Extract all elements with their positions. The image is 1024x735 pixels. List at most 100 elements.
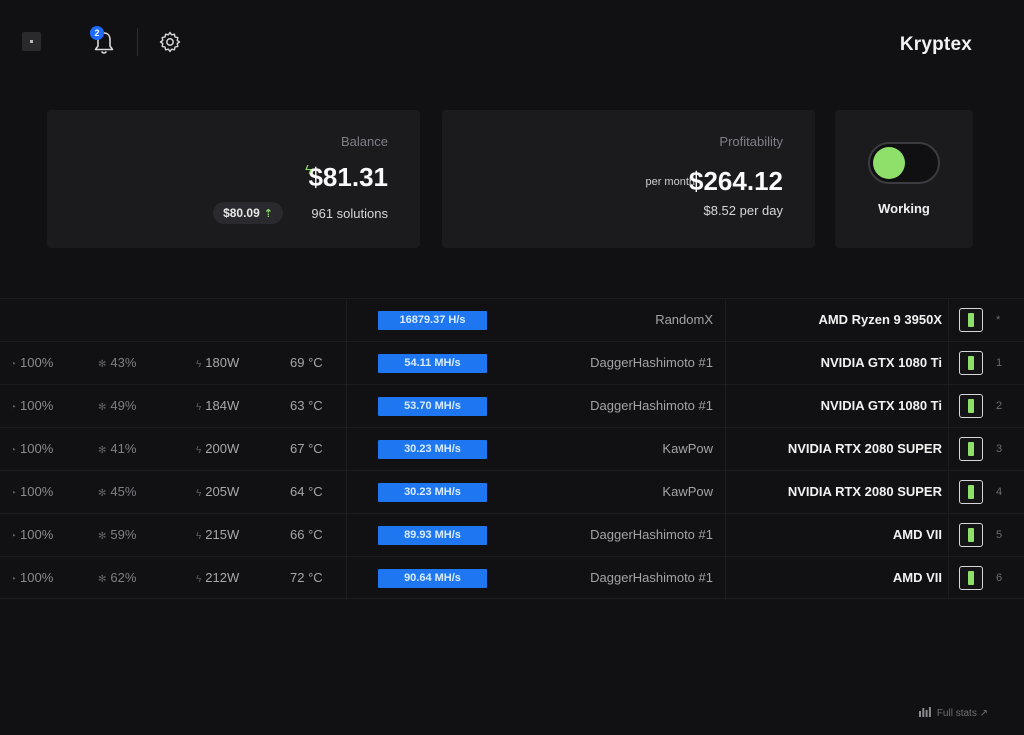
- device-algorithm: KawPow: [662, 441, 713, 456]
- device-power: 184W: [205, 398, 240, 413]
- fan-icon: ✻: [98, 488, 107, 499]
- device-enable-checkbox[interactable]: [959, 566, 983, 590]
- fan-icon: ✻: [98, 445, 107, 456]
- table-row[interactable]: 3 NVIDIA RTX 2080 SUPER KawPow 30.23 MH/s 67…: [0, 427, 1024, 471]
- device-power: 205W: [205, 484, 240, 499]
- device-fan-cell: ✻ 62%: [98, 570, 156, 585]
- device-load: 100%: [20, 398, 54, 413]
- device-hashrate: 54.11 MH/s: [378, 354, 487, 373]
- device-fan: 59%: [110, 527, 137, 542]
- device-index: 3: [996, 443, 1003, 455]
- device-fan: 41%: [110, 441, 137, 456]
- bolt-icon: ϟ: [196, 574, 202, 585]
- device-power: 180W: [205, 355, 240, 370]
- device-power-cell: ϟ 205W: [196, 484, 258, 499]
- gauge-icon: ◔: [10, 488, 17, 499]
- table-row[interactable]: 4 NVIDIA RTX 2080 SUPER KawPow 30.23 MH/s 64…: [0, 470, 1024, 514]
- fan-icon: ✻: [98, 402, 107, 413]
- device-index: 4: [996, 486, 1003, 498]
- device-temperature: 64 °C: [290, 484, 323, 499]
- table-row[interactable]: 2 NVIDIA GTX 1080 Ti DaggerHashimoto #1 53.…: [0, 384, 1024, 428]
- fan-icon: ✻: [98, 359, 107, 370]
- table-row[interactable]: 5 AMD VII DaggerHashimoto #1 89.93 MH/s 66 °…: [0, 513, 1024, 557]
- toggle-knob: [873, 147, 905, 179]
- profit-monthly-value: $264.12: [689, 166, 783, 196]
- device-enable-checkbox[interactable]: [959, 394, 983, 418]
- balance-label: Balance: [341, 134, 388, 149]
- device-temperature: 67 °C: [290, 441, 323, 456]
- device-hashrate: 30.23 MH/s: [378, 440, 487, 459]
- table-row[interactable]: 6 AMD VII DaggerHashimoto #1 90.64 MH/s 72 °…: [0, 556, 1024, 600]
- device-load: 100%: [20, 527, 54, 542]
- device-power: 212W: [205, 570, 240, 585]
- device-load: 100%: [20, 484, 54, 499]
- full-stats-label: Full stats: [936, 708, 977, 720]
- device-load-cell: ◔ 100%: [10, 355, 70, 370]
- gauge-icon: ◔: [10, 445, 17, 456]
- notification-badge: 2: [90, 26, 104, 40]
- gauge-icon: ◔: [10, 531, 17, 542]
- device-algorithm: DaggerHashimoto #1: [590, 398, 713, 413]
- table-row[interactable]: * AMD Ryzen 9 3950X RandomX 16879.37 H/s: [0, 298, 1024, 342]
- device-fan-cell: ✻ 43%: [98, 355, 156, 370]
- device-power-cell: ϟ 184W: [196, 398, 258, 413]
- device-enable-checkbox[interactable]: [959, 308, 983, 332]
- settings-button[interactable]: [158, 30, 182, 54]
- device-power-cell: ϟ 215W: [196, 527, 258, 542]
- balance-card[interactable]: Balance $81.31 ϟ 961 solutions $80.09 ⇡: [47, 110, 420, 248]
- header-divider: [137, 28, 138, 56]
- gauge-icon: ◔: [10, 402, 17, 413]
- stats-bars-icon: [918, 707, 931, 720]
- device-fan-cell: ✻ 59%: [98, 527, 156, 542]
- device-power: 215W: [205, 527, 240, 542]
- fan-icon: ✻: [98, 574, 107, 585]
- device-temperature: 69 °C: [290, 355, 323, 370]
- table-row[interactable]: 1 NVIDIA GTX 1080 Ti DaggerHashimoto #1 54.…: [0, 341, 1024, 385]
- device-load: 100%: [20, 570, 54, 585]
- device-enable-checkbox[interactable]: [959, 351, 983, 375]
- device-enable-checkbox[interactable]: [959, 480, 983, 504]
- device-fan-cell: ✻ 49%: [98, 398, 156, 413]
- balance-change-badge: $80.09 ⇡: [213, 202, 283, 224]
- fan-icon: ✻: [98, 531, 107, 542]
- device-enable-checkbox[interactable]: [959, 523, 983, 547]
- device-name: AMD VII: [892, 570, 942, 585]
- arrow-up-icon: ⇡: [263, 208, 273, 220]
- device-load-cell: ◔ 100%: [10, 441, 70, 456]
- profitability-card[interactable]: Profitability per month $264.12 $8.52 pe…: [442, 110, 815, 248]
- device-hashrate: 90.64 MH/s: [378, 569, 487, 588]
- device-index: 6: [996, 572, 1003, 584]
- bolt-icon: ϟ: [196, 402, 202, 413]
- device-hashrate: 16879.37 H/s: [378, 311, 487, 330]
- mining-toggle-switch[interactable]: [868, 142, 940, 184]
- device-fan: 45%: [110, 484, 137, 499]
- device-enable-checkbox[interactable]: [959, 437, 983, 461]
- window-button[interactable]: [22, 32, 41, 51]
- bolt-icon: ϟ: [196, 531, 202, 542]
- notifications-button[interactable]: 2: [90, 26, 116, 56]
- device-index: 1: [996, 357, 1003, 369]
- brand-logo: Kryptex: [899, 34, 972, 55]
- device-algorithm: DaggerHashimoto #1: [590, 355, 713, 370]
- device-algorithm: RandomX: [655, 312, 713, 327]
- device-temperature: 66 °C: [290, 527, 323, 542]
- device-algorithm: DaggerHashimoto #1: [590, 570, 713, 585]
- device-index: 5: [996, 529, 1003, 541]
- device-load-cell: ◔ 100%: [10, 570, 70, 585]
- device-fan-cell: ✻ 45%: [98, 484, 156, 499]
- device-load-cell: ◔ 100%: [10, 398, 70, 413]
- gear-icon: [159, 31, 181, 53]
- gauge-icon: ◔: [10, 359, 17, 370]
- status-label: Working: [878, 201, 930, 216]
- device-hashrate: 30.23 MH/s: [378, 483, 487, 502]
- device-algorithm: DaggerHashimoto #1: [590, 527, 713, 542]
- balance-change-value: $80.09: [223, 206, 260, 220]
- per-month-label: per month: [645, 176, 695, 188]
- profitability-label: Profitability: [719, 134, 783, 149]
- device-name: AMD Ryzen 9 3950X: [818, 312, 942, 327]
- device-hashrate: 89.93 MH/s: [378, 526, 487, 545]
- device-power-cell: ϟ 212W: [196, 570, 258, 585]
- device-load: 100%: [20, 441, 54, 456]
- full-stats-link[interactable]: Full stats ↗: [918, 707, 988, 720]
- device-power-cell: ϟ 180W: [196, 355, 258, 370]
